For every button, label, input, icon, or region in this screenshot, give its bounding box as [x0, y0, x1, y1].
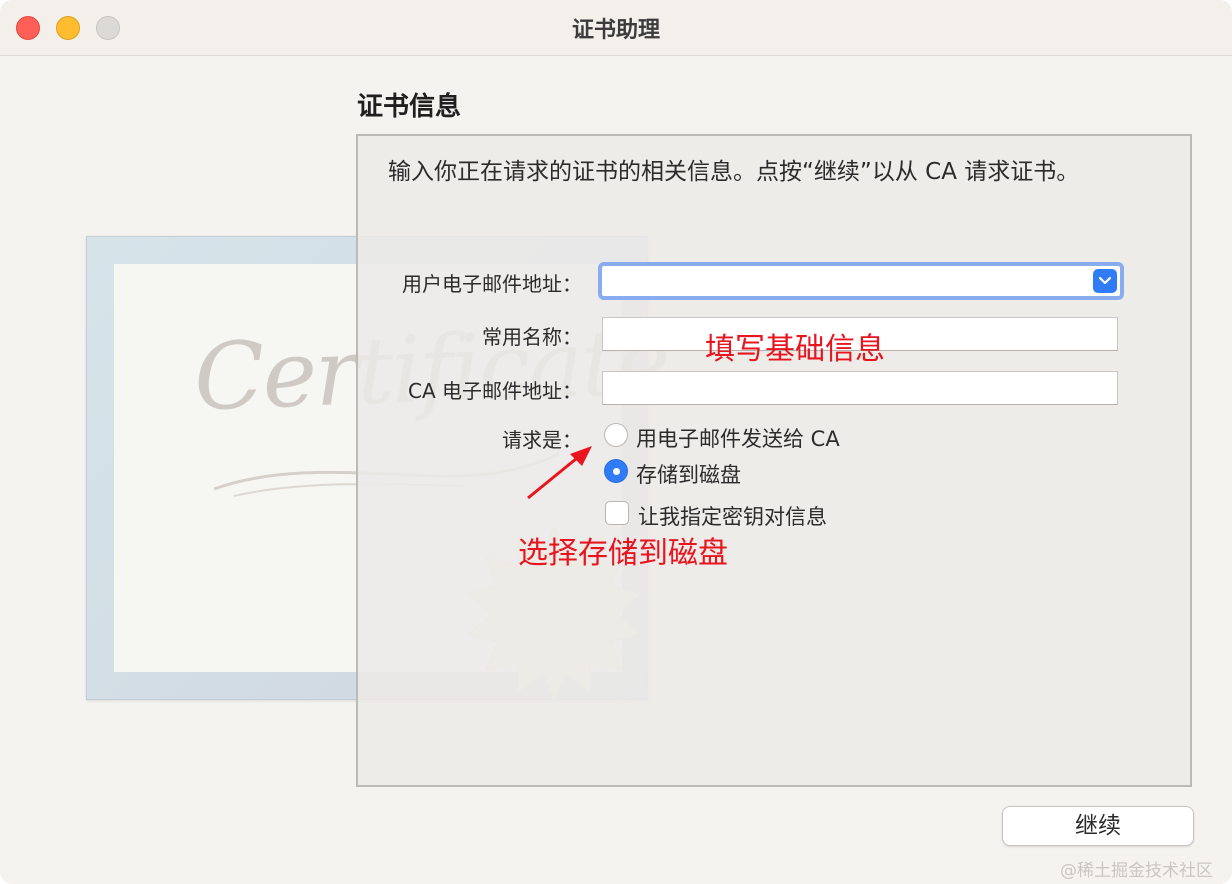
- arrow-icon: [527, 446, 592, 500]
- radio-save-to-disk[interactable]: [604, 459, 628, 483]
- key-pair-checkbox-label[interactable]: 让我指定密钥对信息: [638, 501, 827, 531]
- radio-email-ca[interactable]: [604, 423, 628, 447]
- certificate-assistant-window: 证书助理 Certificate 证书信息 输入你正在请求的证书的相关信息。点按…: [0, 0, 1232, 884]
- continue-button[interactable]: 继续: [1002, 806, 1194, 846]
- email-label: 用户电子邮件地址：: [402, 272, 582, 296]
- chevron-down-icon[interactable]: [1093, 269, 1117, 293]
- ca-email-label: CA 电子邮件地址：: [407, 379, 582, 403]
- common-name-label: 常用名称：: [482, 325, 582, 349]
- watermark: @稀土掘金技术社区: [1060, 861, 1213, 881]
- title-bar: 证书助理: [0, 0, 1232, 56]
- form-panel: [356, 134, 1192, 787]
- option-save-to-disk-label[interactable]: 存储到磁盘: [636, 459, 741, 489]
- description-text: 输入你正在请求的证书的相关信息。点按“继续”以从 CA 请求证书。: [388, 159, 1080, 185]
- ca-email-field[interactable]: [602, 371, 1118, 405]
- annotation-choose-disk: 选择存储到磁盘: [518, 536, 728, 571]
- section-title: 证书信息: [357, 92, 462, 122]
- annotation-fill-info: 填写基础信息: [705, 332, 885, 367]
- email-combobox[interactable]: [598, 262, 1124, 300]
- key-pair-checkbox[interactable]: [605, 501, 629, 525]
- option-email-ca-label[interactable]: 用电子邮件发送给 CA: [636, 423, 840, 453]
- window-title: 证书助理: [571, 18, 660, 43]
